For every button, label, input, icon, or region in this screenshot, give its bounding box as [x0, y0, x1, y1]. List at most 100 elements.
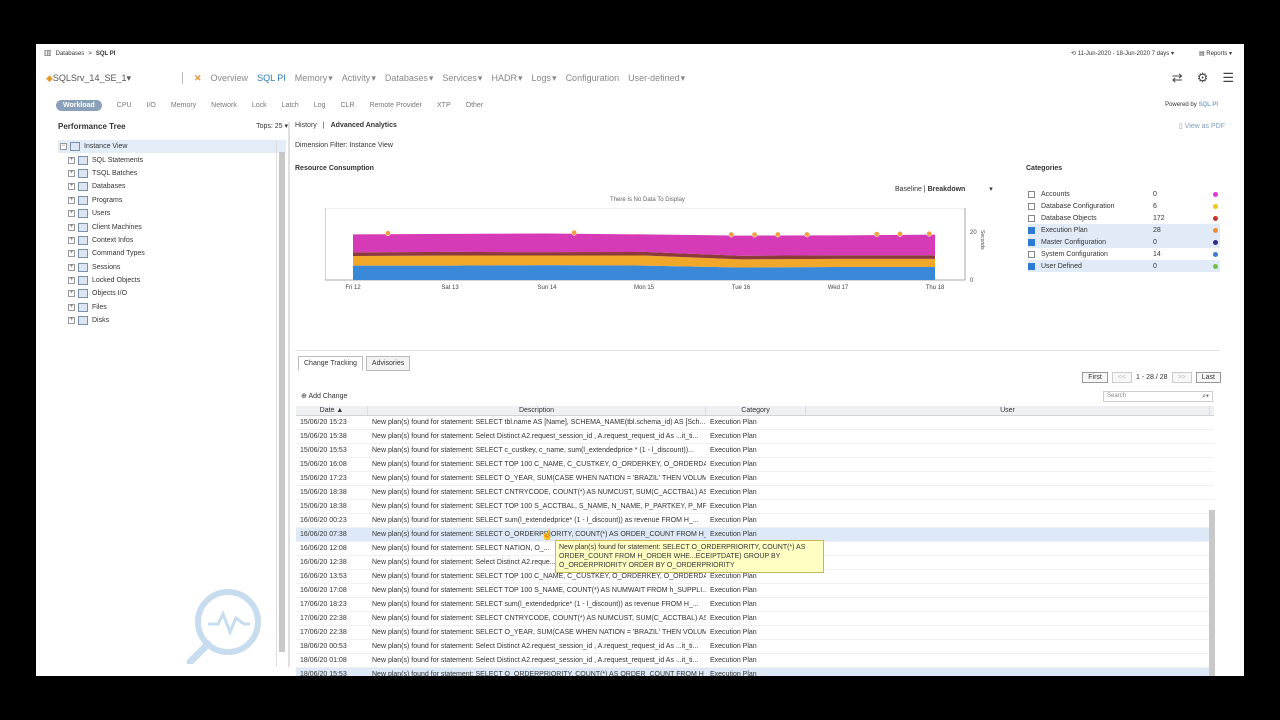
expand-icon[interactable]: +	[68, 210, 75, 218]
breadcrumb-root[interactable]: Databases	[56, 51, 85, 57]
table-row[interactable]: 18/06/20 15:53 New plan(s) found for stat…	[296, 668, 1214, 676]
expand-icon[interactable]: +	[68, 236, 75, 244]
first-page-button[interactable]: First	[1082, 372, 1108, 383]
category-row[interactable]: Accounts 0	[1028, 188, 1220, 200]
prev-page-button[interactable]: <<	[1111, 372, 1133, 383]
tab-change-tracking[interactable]: Change Tracking	[298, 356, 363, 371]
table-row[interactable]: 15/06/20 18:38 New plan(s) found for stat…	[296, 500, 1214, 514]
column-header[interactable]: Description	[368, 406, 706, 415]
column-header[interactable]: User	[806, 406, 1210, 415]
tab-advisories[interactable]: Advisories	[365, 356, 411, 371]
tree-item-databases[interactable]: + Databases	[58, 180, 286, 193]
nav-item-overview[interactable]: Overview	[211, 73, 249, 83]
nav-item-memory[interactable]: Memory	[295, 73, 328, 83]
nav-item-user-defined[interactable]: User-defined	[628, 73, 680, 83]
server-selector[interactable]: ◆SQLSrv_14_SE_1▾	[46, 73, 131, 84]
gear-icon[interactable]: ⚙	[1197, 70, 1209, 86]
expand-icon[interactable]: +	[68, 303, 75, 311]
last-page-button[interactable]: Last	[1195, 372, 1221, 383]
subnav-item-remote-provider[interactable]: Remote Provider	[369, 102, 422, 109]
tree-item-users[interactable]: + Users	[58, 207, 286, 220]
tree-item-disks[interactable]: + Disks	[58, 314, 286, 327]
table-row[interactable]: 18/06/20 01:08 New plan(s) found for stat…	[296, 654, 1214, 668]
expand-icon[interactable]: +	[68, 183, 75, 191]
subnav-item-i-o[interactable]: I/O	[147, 102, 156, 109]
menu-icon[interactable]: ☰	[1222, 70, 1234, 86]
tree-item-client-machines[interactable]: + Client Machines	[58, 220, 286, 233]
table-row[interactable]: 15/06/20 18:38 New plan(s) found for stat…	[296, 486, 1214, 500]
table-row[interactable]: 15/06/20 15:53 New plan(s) found for stat…	[296, 444, 1214, 458]
column-header[interactable]: Category	[706, 406, 806, 415]
baseline-option[interactable]: Baseline	[895, 186, 922, 193]
table-row[interactable]: 16/06/20 00:23 New plan(s) found for stat…	[296, 514, 1214, 528]
refresh-icon[interactable]: ⇄	[1172, 70, 1183, 86]
next-page-button[interactable]: >>	[1171, 372, 1192, 383]
tree-item-command-types[interactable]: + Command Types	[58, 247, 286, 260]
category-row[interactable]: System Configuration 14	[1028, 248, 1220, 260]
subnav-item-lock[interactable]: Lock	[252, 102, 267, 109]
subnav-item-log[interactable]: Log	[314, 102, 326, 109]
view-as-pdf-link[interactable]: ▯ View as PDF	[1179, 122, 1225, 130]
category-checkbox[interactable]	[1028, 190, 1035, 198]
expand-icon[interactable]: +	[68, 156, 75, 164]
date-range-picker[interactable]: ⟲ 11-Jun-2020 - 18-Jun-2020 7 days ▾	[1071, 50, 1174, 57]
table-row[interactable]: 15/06/20 16:08 New plan(s) found for stat…	[296, 458, 1214, 472]
category-checkbox[interactable]	[1028, 250, 1035, 258]
tree-item-instance-view[interactable]: − Instance View	[58, 140, 286, 154]
reports-menu[interactable]: ▤ Reports ▾	[1199, 50, 1232, 57]
tree-item-locked-objects[interactable]: + Locked Objects	[58, 274, 286, 287]
breakdown-option[interactable]: Breakdown	[928, 186, 966, 193]
subnav-item-memory[interactable]: Memory	[171, 102, 196, 109]
table-row[interactable]: 18/06/20 00:53 New plan(s) found for stat…	[296, 640, 1214, 654]
subnav-item-cpu[interactable]: CPU	[117, 102, 132, 109]
column-header[interactable]: Date ▲	[296, 406, 368, 415]
tree-item-context-infos[interactable]: + Context Infos	[58, 234, 286, 247]
subnav-item-xtp[interactable]: XTP	[437, 102, 451, 109]
nav-item-logs[interactable]: Logs	[532, 73, 552, 83]
table-row[interactable]: 15/06/20 15:38 New plan(s) found for stat…	[296, 430, 1214, 444]
nav-item-activity[interactable]: Activity	[342, 73, 371, 83]
subnav-item-workload[interactable]: Workload	[56, 100, 102, 111]
nav-item-databases[interactable]: Databases	[385, 73, 428, 83]
table-row[interactable]: 17/06/20 18:23 New plan(s) found for stat…	[296, 598, 1214, 612]
tree-item-sessions[interactable]: + Sessions	[58, 261, 286, 274]
subnav-item-clr[interactable]: CLR	[340, 102, 354, 109]
table-row[interactable]: 17/06/20 22:38 New plan(s) found for stat…	[296, 626, 1214, 640]
nav-item-services[interactable]: Services	[442, 73, 477, 83]
subnav-item-other[interactable]: Other	[466, 102, 484, 109]
tree-item-files[interactable]: + Files	[58, 301, 286, 314]
table-row[interactable]: 17/06/20 22:38 New plan(s) found for stat…	[296, 612, 1214, 626]
splitter[interactable]	[288, 122, 290, 667]
category-checkbox[interactable]	[1028, 214, 1035, 222]
expand-icon[interactable]: +	[68, 250, 75, 258]
expand-icon[interactable]: +	[68, 223, 75, 231]
grid-scrollbar[interactable]	[1207, 416, 1217, 676]
category-checkbox[interactable]	[1028, 226, 1035, 234]
expand-icon[interactable]: +	[68, 290, 75, 298]
tree-item-sql-statements[interactable]: + SQL Statements	[58, 153, 286, 166]
category-row[interactable]: Database Objects 172	[1028, 212, 1220, 224]
category-checkbox[interactable]	[1028, 202, 1035, 210]
scroll-thumb[interactable]	[279, 152, 285, 652]
expand-icon[interactable]: +	[68, 196, 75, 204]
table-row[interactable]: 15/06/20 17:23 New plan(s) found for stat…	[296, 472, 1214, 486]
add-change-button[interactable]: ⊕ Add Change	[301, 392, 347, 400]
subnav-item-latch[interactable]: Latch	[282, 102, 299, 109]
tops-selector[interactable]: Tops: 25 ▾	[256, 122, 288, 130]
chevron-down-icon[interactable]: ▾	[989, 186, 993, 193]
tree-scrollbar[interactable]	[276, 140, 286, 666]
tree-item-objects-i-o[interactable]: + Objects I/O	[58, 287, 286, 300]
table-row[interactable]: 15/06/20 15:23 New plan(s) found for stat…	[296, 416, 1214, 430]
nav-item-configuration[interactable]: Configuration	[566, 73, 620, 83]
category-row[interactable]: Execution Plan 28	[1028, 224, 1220, 236]
expand-icon[interactable]: +	[68, 317, 75, 325]
category-row[interactable]: Master Configuration 0	[1028, 236, 1220, 248]
category-row[interactable]: Database Configuration 6	[1028, 200, 1220, 212]
subnav-item-network[interactable]: Network	[211, 102, 237, 109]
search-input[interactable]: Search ⌕▾	[1103, 391, 1213, 402]
nav-item-hadr[interactable]: HADR	[491, 73, 517, 83]
baseline-breakdown-toggle[interactable]: Baseline | Breakdown ▾	[895, 185, 993, 193]
tree-item-tsql-batches[interactable]: + TSQL Batches	[58, 167, 286, 180]
category-row[interactable]: User Defined 0	[1028, 260, 1220, 272]
tree-item-programs[interactable]: + Programs	[58, 194, 286, 207]
